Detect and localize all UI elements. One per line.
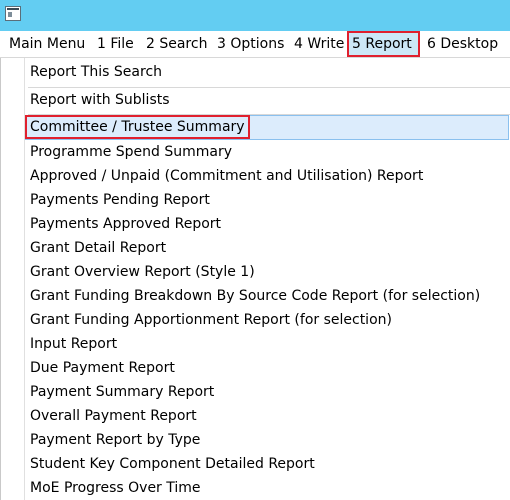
- menu-left-border: [0, 58, 1, 500]
- menu-item-committee-trustee-summary[interactable]: Committee / Trustee Summary: [25, 115, 509, 140]
- menu-item-payment-report-by-type[interactable]: Payment Report by Type: [25, 428, 510, 452]
- menu-item-overall-payment-report[interactable]: Overall Payment Report: [25, 404, 510, 428]
- menu-item-payments-pending-report[interactable]: Payments Pending Report: [25, 188, 510, 212]
- menu-bar: Main Menu 1 File 2 Search 3 Options 4 Wr…: [0, 31, 510, 58]
- menu-icon-gutter: [0, 58, 25, 500]
- menu-report[interactable]: 5 Report: [347, 31, 420, 57]
- menu-item-payment-summary-report[interactable]: Payment Summary Report: [25, 380, 510, 404]
- menu-main-menu[interactable]: Main Menu: [4, 31, 90, 57]
- menu-item-programme-spend-summary[interactable]: Programme Spend Summary: [25, 140, 510, 164]
- menu-write[interactable]: 4 Write: [289, 31, 349, 57]
- menu-item-grant-overview-report[interactable]: Grant Overview Report (Style 1): [25, 260, 510, 284]
- menu-item-payments-approved-report[interactable]: Payments Approved Report: [25, 212, 510, 236]
- menu-options[interactable]: 3 Options: [212, 31, 289, 57]
- menu-item-due-payment-report[interactable]: Due Payment Report: [25, 356, 510, 380]
- menu-item-input-report[interactable]: Input Report: [25, 332, 510, 356]
- menu-item-label: Committee / Trustee Summary: [25, 115, 250, 139]
- menu-item-grant-detail-report[interactable]: Grant Detail Report: [25, 236, 510, 260]
- menu-file[interactable]: 1 File: [92, 31, 139, 57]
- menu-item-grant-funding-breakdown-report[interactable]: Grant Funding Breakdown By Source Code R…: [25, 284, 510, 308]
- menu-item-approved-unpaid-report[interactable]: Approved / Unpaid (Commitment and Utilis…: [25, 164, 510, 188]
- menu-item-student-key-component-report[interactable]: Student Key Component Detailed Report: [25, 452, 510, 476]
- application-window-icon[interactable]: [5, 6, 21, 21]
- report-dropdown-menu: Report This Search Report with Sublists …: [0, 58, 510, 500]
- menu-item-report-this-search[interactable]: Report This Search: [25, 60, 510, 84]
- menu-item-moe-progress-over-time[interactable]: MoE Progress Over Time: [25, 476, 510, 500]
- menu-search[interactable]: 2 Search: [141, 31, 212, 57]
- menu-item-report-with-sublists[interactable]: Report with Sublists: [25, 88, 510, 112]
- menu-desktop[interactable]: 6 Desktop: [422, 31, 503, 57]
- title-bar: [0, 0, 510, 31]
- menu-item-grant-funding-apportionment-report[interactable]: Grant Funding Apportionment Report (for …: [25, 308, 510, 332]
